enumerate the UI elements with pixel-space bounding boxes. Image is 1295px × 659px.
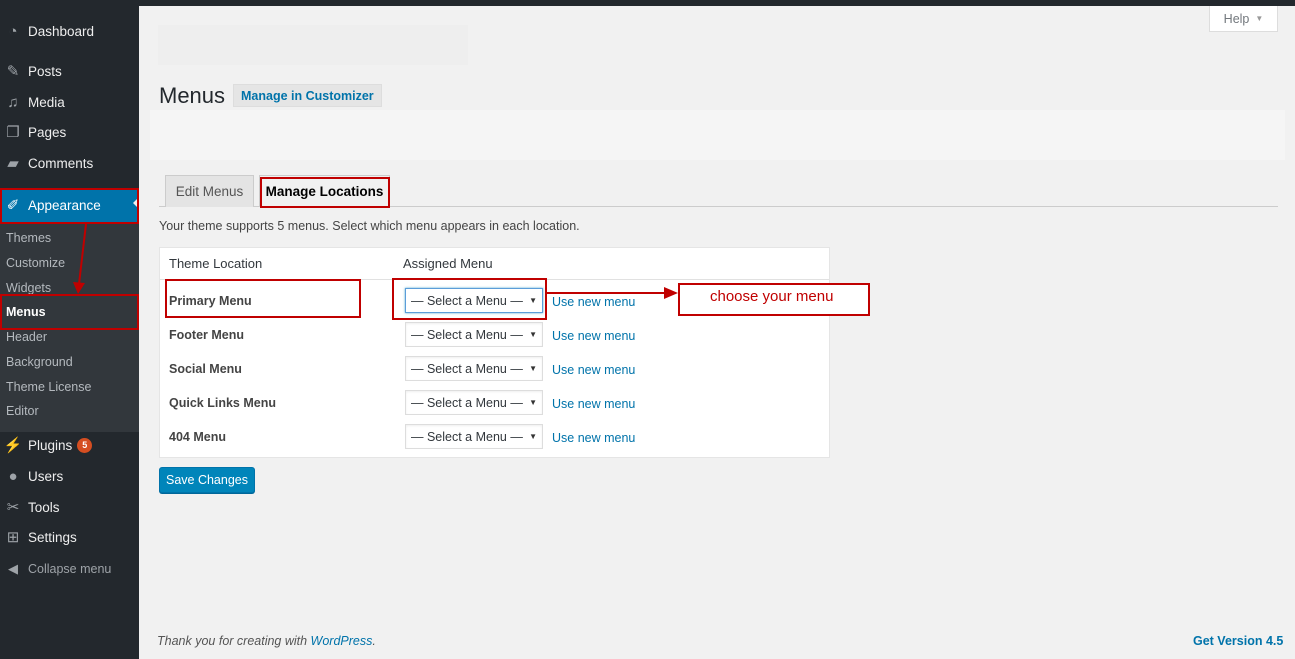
plugin-icon: ⚡ xyxy=(3,437,23,454)
use-new-menu-link[interactable]: Use new menu xyxy=(552,363,635,377)
sidebar-item-settings[interactable]: ⊞ Settings xyxy=(0,522,139,552)
sidebar-item-dashboard[interactable]: ◔ Dashboard xyxy=(0,16,139,46)
blank-notice-area-2 xyxy=(150,110,1285,160)
sidebar-item-label: Dashboard xyxy=(28,23,95,39)
sidebar-item-label: Users xyxy=(28,468,64,484)
tab-edit-menus[interactable]: Edit Menus xyxy=(165,175,254,207)
dropdown-arrow-icon: ▼ xyxy=(529,330,537,339)
use-new-menu-link[interactable]: Use new menu xyxy=(552,431,635,445)
submenu-item-customize[interactable]: Customize xyxy=(6,256,65,270)
footer-thanks-prefix: Thank you for creating with xyxy=(157,634,311,648)
wrench-icon: ✂ xyxy=(6,499,20,516)
annotation-box-menus xyxy=(0,294,139,330)
chevron-down-icon: ▼ xyxy=(1255,14,1264,23)
dropdown-arrow-icon: ▼ xyxy=(529,432,537,441)
save-changes-button[interactable]: Save Changes xyxy=(159,467,255,493)
admin-sidebar: ◔ Dashboard ✎ Posts ♫ Media ❐ Pages ▰ Co… xyxy=(0,6,139,659)
manage-in-customizer-button[interactable]: Manage in Customizer xyxy=(233,84,382,107)
page-title: Menus xyxy=(159,83,226,108)
pages-icon: ❐ xyxy=(6,124,20,141)
wordpress-link[interactable]: WordPress xyxy=(311,634,373,648)
submenu-item-themes[interactable]: Themes xyxy=(6,231,51,245)
footer-menu-select[interactable]: — Select a Menu — ▼ xyxy=(405,322,543,347)
location-label-footer: Footer Menu xyxy=(169,328,244,342)
collapse-icon: ◀ xyxy=(8,561,18,576)
annotation-box-primary-menu xyxy=(165,279,361,318)
location-label-404: 404 Menu xyxy=(169,430,226,444)
column-header-assigned-menu: Assigned Menu xyxy=(403,256,493,271)
sidebar-item-comments[interactable]: ▰ Comments xyxy=(0,148,139,178)
user-icon: ● xyxy=(8,467,18,485)
footer-thanks-suffix: . xyxy=(372,634,376,648)
location-label-quick-links: Quick Links Menu xyxy=(169,396,276,410)
collapse-label: Collapse menu xyxy=(28,562,112,576)
annotation-label: choose your menu xyxy=(678,283,870,316)
dropdown-arrow-icon: ▼ xyxy=(529,398,537,407)
use-new-menu-link[interactable]: Use new menu xyxy=(552,397,635,411)
submenu-item-widgets[interactable]: Widgets xyxy=(6,281,51,295)
annotation-box-select xyxy=(392,278,547,320)
annotation-box-appearance xyxy=(0,188,139,224)
column-header-theme-location: Theme Location xyxy=(169,256,263,271)
help-label: Help xyxy=(1223,11,1250,26)
sidebar-item-label: Comments xyxy=(28,155,94,171)
use-new-menu-link[interactable]: Use new menu xyxy=(552,295,635,309)
sidebar-item-users[interactable]: ● Users xyxy=(0,461,139,491)
sidebar-item-media[interactable]: ♫ Media xyxy=(0,87,139,117)
sidebar-item-label: Media xyxy=(28,94,65,110)
get-version-link[interactable]: Get Version 4.5 xyxy=(1193,634,1283,648)
social-menu-select[interactable]: — Select a Menu — ▼ xyxy=(405,356,543,381)
pin-icon: ✎ xyxy=(6,63,20,80)
intro-text: Your theme supports 5 menus. Select whic… xyxy=(159,219,580,233)
sidebar-item-pages[interactable]: ❐ Pages xyxy=(0,117,139,147)
help-button[interactable]: Help ▼ xyxy=(1209,6,1278,32)
sidebar-item-label: Tools xyxy=(28,499,60,515)
comment-icon: ▰ xyxy=(7,155,19,172)
404-menu-select[interactable]: — Select a Menu — ▼ xyxy=(405,424,543,449)
location-label-social: Social Menu xyxy=(169,362,242,376)
select-value: — Select a Menu — xyxy=(411,429,523,444)
footer-thanks: Thank you for creating with WordPress. xyxy=(157,634,376,648)
dropdown-arrow-icon: ▼ xyxy=(529,364,537,373)
submenu-item-header[interactable]: Header xyxy=(6,330,47,344)
submenu-item-theme-license[interactable]: Theme License xyxy=(6,380,91,394)
media-icon: ♫ xyxy=(7,93,19,111)
sidebar-item-label: Settings xyxy=(28,529,77,545)
admin-bar xyxy=(0,0,1295,6)
select-value: — Select a Menu — xyxy=(411,327,523,342)
submenu-item-editor[interactable]: Editor xyxy=(6,404,39,418)
sidebar-item-posts[interactable]: ✎ Posts xyxy=(0,56,139,86)
blank-notice-area xyxy=(158,25,468,65)
annotation-box-manage-locations xyxy=(260,177,390,208)
sidebar-item-label: Posts xyxy=(28,63,62,79)
quick-links-menu-select[interactable]: — Select a Menu — ▼ xyxy=(405,390,543,415)
select-value: — Select a Menu — xyxy=(411,395,523,410)
settings-icon: ⊞ xyxy=(6,529,20,546)
dashboard-icon: ◔ xyxy=(8,22,18,40)
sidebar-item-label: Pages xyxy=(28,124,67,140)
sidebar-item-plugins[interactable]: ⚡ Plugins 5 xyxy=(0,430,139,460)
select-value: — Select a Menu — xyxy=(411,361,523,376)
collapse-menu-button[interactable]: ◀ Collapse menu xyxy=(0,554,139,584)
update-count-badge: 5 xyxy=(77,437,93,453)
use-new-menu-link[interactable]: Use new menu xyxy=(552,329,635,343)
submenu-item-background[interactable]: Background xyxy=(6,355,73,369)
sidebar-item-tools[interactable]: ✂ Tools xyxy=(0,492,139,522)
sidebar-item-label: Plugins xyxy=(28,437,73,453)
